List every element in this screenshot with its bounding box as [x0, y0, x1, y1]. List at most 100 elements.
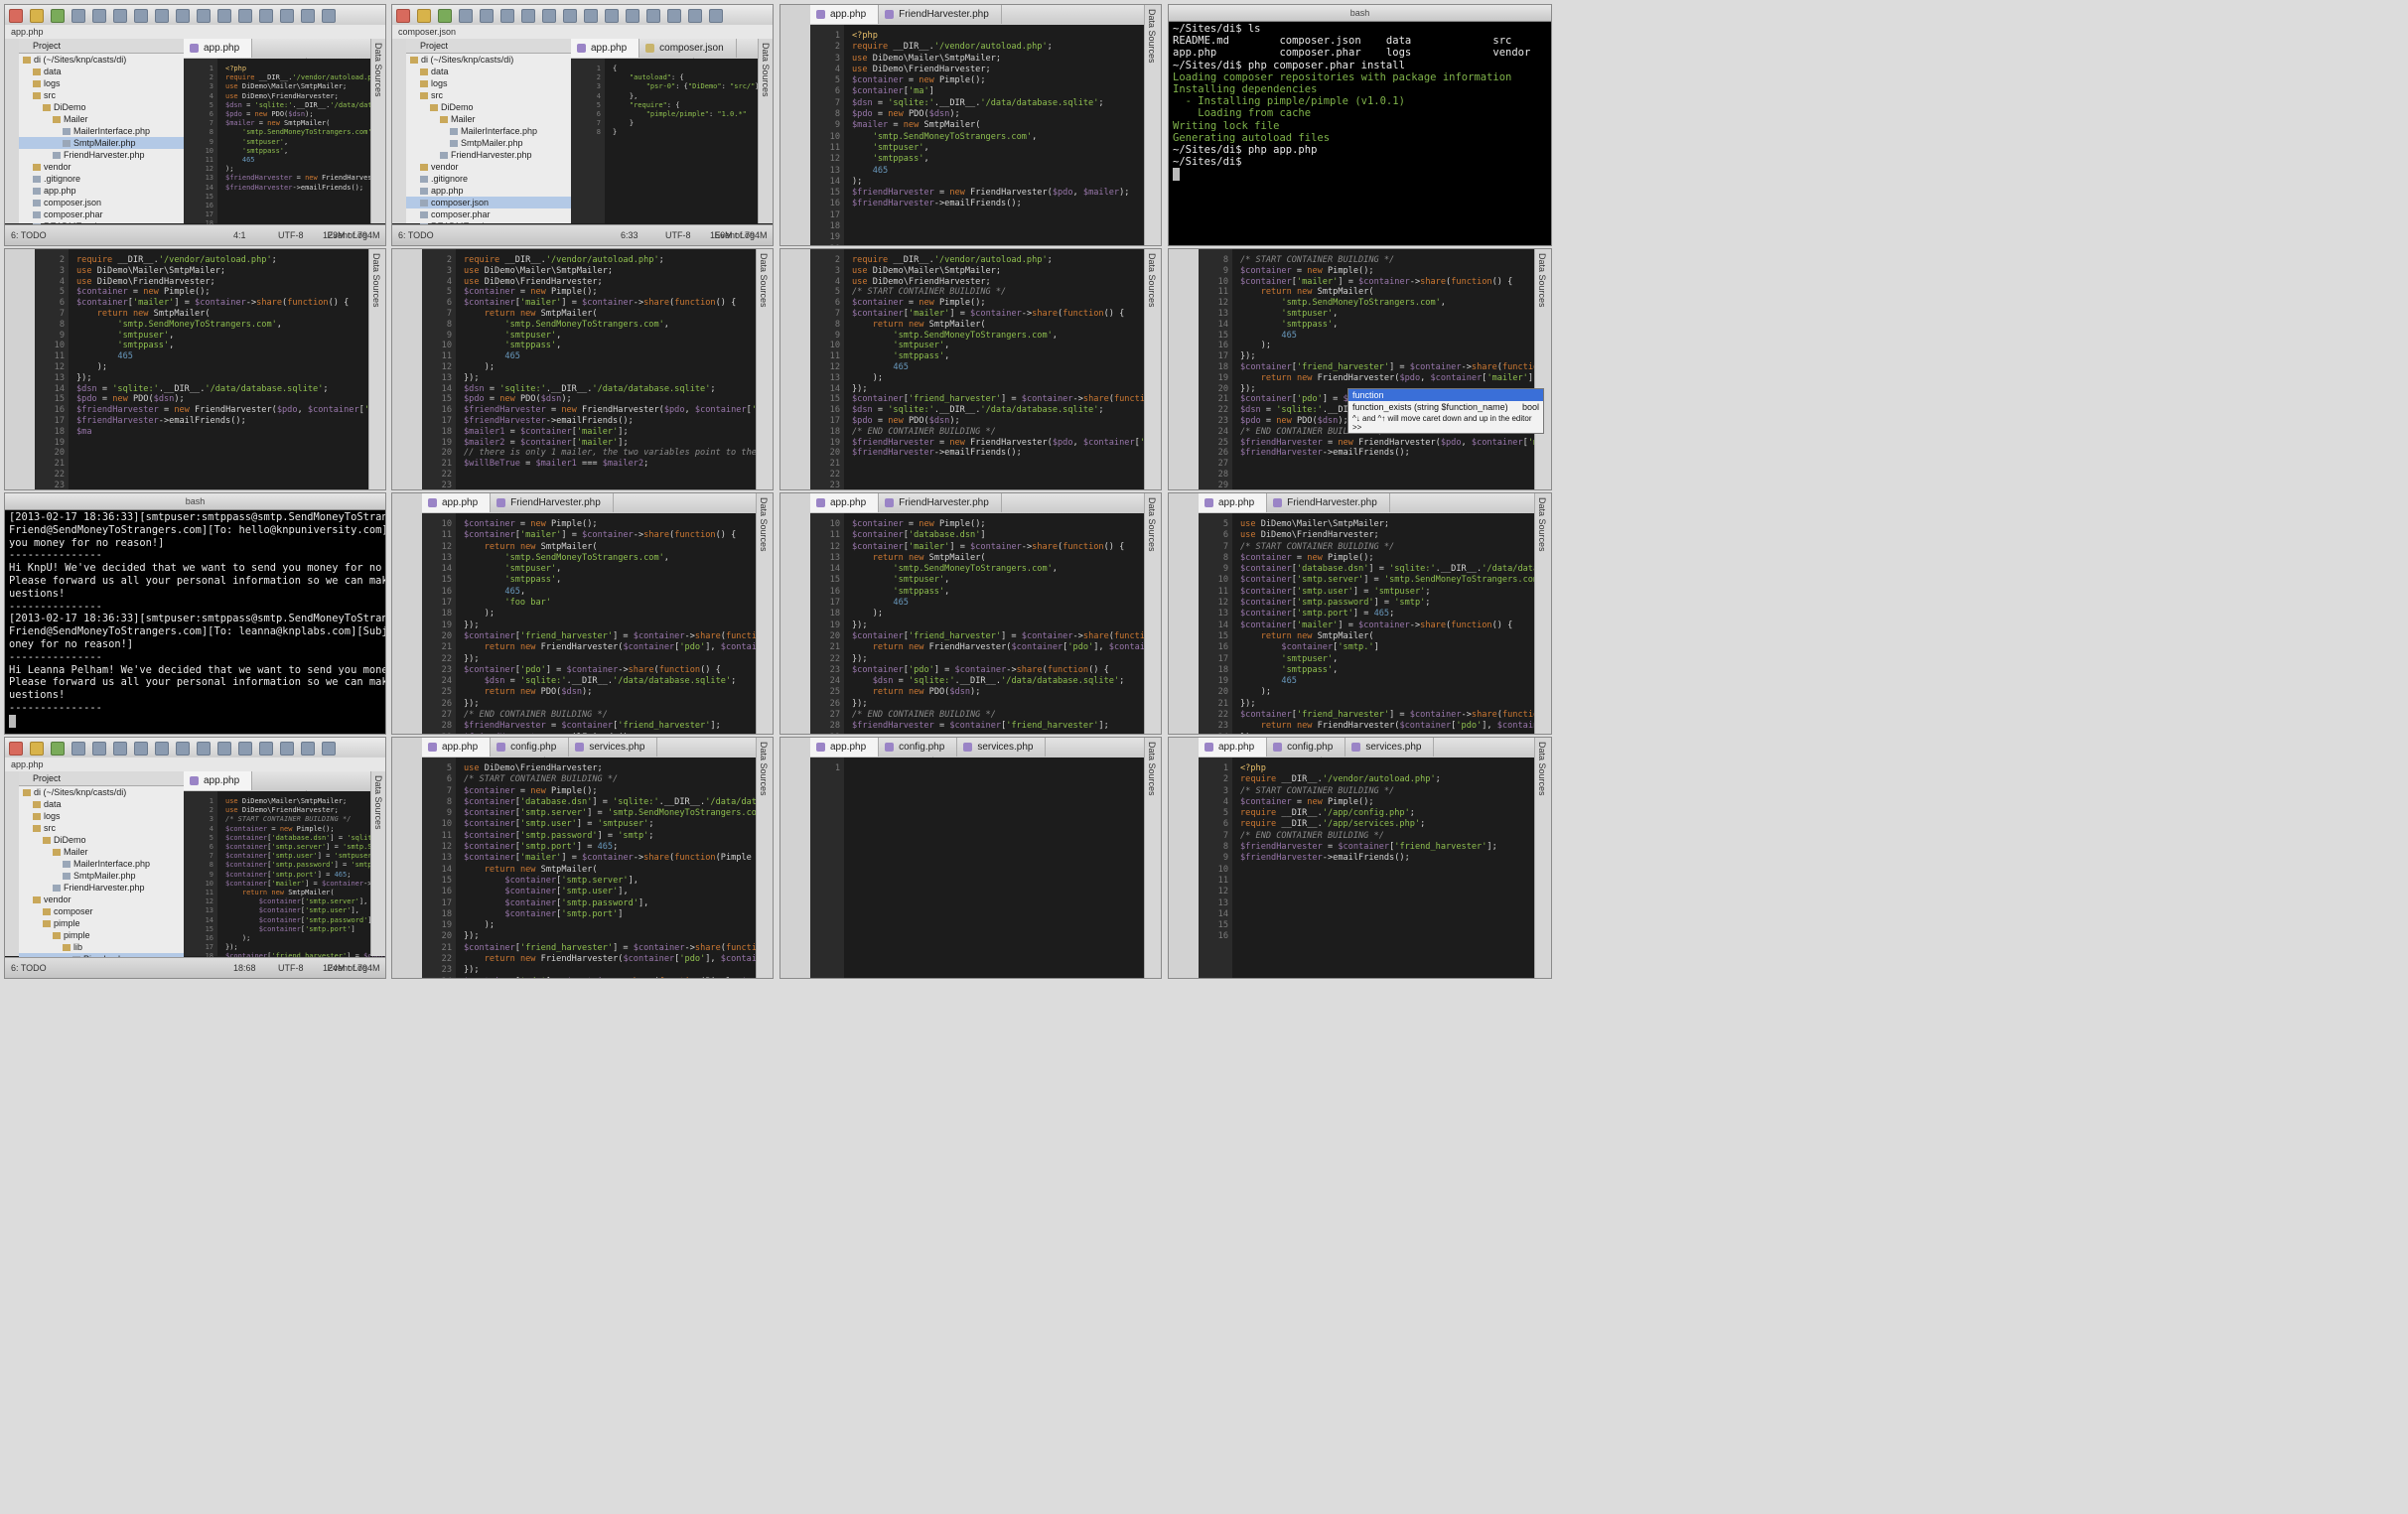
project-tree-item[interactable]: FriendHarvester.php: [19, 149, 184, 161]
data-sources-strip[interactable]: Data Sources: [368, 249, 385, 489]
project-tree-item[interactable]: DiDemo: [19, 834, 184, 846]
project-tree-item[interactable]: SmtpMailer.php: [19, 870, 184, 882]
toolbar-button[interactable]: [9, 742, 23, 756]
project-tree-item[interactable]: .gitignore: [19, 173, 184, 185]
code-editor[interactable]: <?php require __DIR__.'/vendor/autoload.p…: [1232, 757, 1535, 978]
project-tree-item[interactable]: vendor: [19, 161, 184, 173]
code-editor[interactable]: <?php require __DIR__.'/vendor/autoload.p…: [844, 25, 1145, 245]
toolbar-button[interactable]: [605, 9, 619, 23]
terminal-output[interactable]: ~/Sites/di$ ls README.md composer.json da…: [1173, 23, 1547, 245]
toolbar-button[interactable]: [217, 9, 231, 23]
toolbar-button[interactable]: [709, 9, 723, 23]
editor-tab[interactable]: services.php: [1346, 738, 1435, 757]
toolbar-button[interactable]: [584, 9, 598, 23]
data-sources-strip[interactable]: Data Sources: [758, 39, 773, 223]
code-editor[interactable]: $container = new Pimple(); $container['ma…: [456, 513, 773, 734]
editor-tab[interactable]: config.php: [491, 738, 570, 757]
editor-tab[interactable]: services.php: [569, 738, 658, 757]
editor-tab[interactable]: config.php: [879, 738, 958, 757]
editor-tab[interactable]: FriendHarvester.php: [879, 493, 1002, 512]
toolbar-button[interactable]: [259, 9, 273, 23]
toolbar-button[interactable]: [238, 9, 252, 23]
toolbar-button[interactable]: [155, 9, 169, 23]
project-tree-item[interactable]: composer.json: [406, 197, 571, 208]
toolbar-button[interactable]: [259, 742, 273, 756]
editor-tab[interactable]: app.php: [1199, 738, 1268, 757]
code-editor[interactable]: require __DIR__.'/vendor/autoload.php'; u…: [456, 249, 773, 489]
project-tree-item[interactable]: composer.phar: [19, 208, 184, 220]
editor-tab[interactable]: app.php: [1199, 493, 1268, 512]
toolbar-button[interactable]: [134, 742, 148, 756]
project-tree-item[interactable]: .gitignore: [406, 173, 571, 185]
project-tree-item[interactable]: src: [406, 89, 571, 101]
code-editor[interactable]: /* START CONTAINER BUILDING */$container…: [1232, 249, 1551, 489]
project-tree-item[interactable]: data: [406, 66, 571, 77]
code-editor[interactable]: use DiDemo\Mailer\SmtpMailer; use DiDemo\…: [1232, 513, 1551, 734]
code-editor[interactable]: use DiDemo\FriendHarvester;/* START CONT…: [456, 757, 773, 978]
status-todo[interactable]: 6: TODO: [398, 230, 434, 240]
editor-tab[interactable]: app.php: [184, 771, 253, 790]
project-tree-item[interactable]: MailerInterface.php: [19, 125, 184, 137]
project-tree-item[interactable]: logs: [406, 77, 571, 89]
status-todo[interactable]: 6: TODO: [11, 963, 47, 973]
status-event-log[interactable]: Event Log: [714, 225, 755, 245]
editor-tab[interactable]: app.php: [810, 493, 880, 512]
toolbar-button[interactable]: [9, 9, 23, 23]
terminal-output[interactable]: [2013-02-17 18:36:33][smtpuser:smtppass@…: [9, 511, 385, 734]
project-tree-item[interactable]: logs: [19, 77, 184, 89]
project-tree-item[interactable]: data: [19, 66, 184, 77]
toolbar-button[interactable]: [30, 9, 44, 23]
toolbar-button[interactable]: [542, 9, 556, 23]
editor-tab[interactable]: composer.json: [639, 39, 737, 58]
editor-tab[interactable]: FriendHarvester.php: [879, 5, 1002, 24]
toolbar-button[interactable]: [521, 9, 535, 23]
project-tree-item[interactable]: Mailer: [406, 113, 571, 125]
toolbar-button[interactable]: [71, 9, 85, 23]
project-tree-item[interactable]: src: [19, 822, 184, 834]
toolbar-button[interactable]: [113, 9, 127, 23]
toolbar-button[interactable]: [197, 742, 211, 756]
editor-tab[interactable]: app.php: [810, 738, 880, 757]
data-sources-strip[interactable]: Data Sources: [756, 738, 773, 978]
data-sources-strip[interactable]: Data Sources: [370, 39, 385, 223]
project-tree-item[interactable]: MailerInterface.php: [19, 858, 184, 870]
data-sources-strip[interactable]: Data Sources: [1144, 493, 1161, 734]
data-sources-strip[interactable]: Data Sources: [1534, 249, 1551, 489]
project-tree-item[interactable]: FriendHarvester.php: [19, 882, 184, 894]
toolbar-button[interactable]: [688, 9, 702, 23]
editor-tab[interactable]: app.php: [571, 39, 640, 58]
toolbar-button[interactable]: [197, 9, 211, 23]
project-tree-item[interactable]: DiDemo: [406, 101, 571, 113]
toolbar-button[interactable]: [646, 9, 660, 23]
toolbar-button[interactable]: [280, 742, 294, 756]
toolbar-button[interactable]: [301, 9, 315, 23]
status-event-log[interactable]: Event Log: [327, 958, 367, 978]
code-editor[interactable]: use DiDemo\Mailer\SmtpMailer; use DiDemo\…: [217, 791, 385, 978]
project-tree-item[interactable]: pimple: [19, 917, 184, 929]
project-tree-item[interactable]: vendor: [19, 894, 184, 905]
toolbar-button[interactable]: [51, 742, 65, 756]
toolbar-button[interactable]: [459, 9, 473, 23]
toolbar-button[interactable]: [30, 742, 44, 756]
toolbar-button[interactable]: [176, 742, 190, 756]
project-tree-item[interactable]: Mailer: [19, 846, 184, 858]
toolbar-button[interactable]: [134, 9, 148, 23]
project-tree-item[interactable]: MailerInterface.php: [406, 125, 571, 137]
autocomplete-popup[interactable]: function function_exists (string $functio…: [1347, 388, 1544, 434]
toolbar-button[interactable]: [500, 9, 514, 23]
toolbar-button[interactable]: [280, 9, 294, 23]
toolbar-button[interactable]: [396, 9, 410, 23]
project-tree-item[interactable]: lib: [19, 941, 184, 953]
editor-tab[interactable]: app.php: [422, 493, 492, 512]
toolbar-button[interactable]: [438, 9, 452, 23]
toolbar-button[interactable]: [322, 9, 336, 23]
project-tree-item[interactable]: DiDemo: [19, 101, 184, 113]
project-tree-item[interactable]: pimple: [19, 929, 184, 941]
project-tree-item[interactable]: composer: [19, 905, 184, 917]
toolbar-button[interactable]: [155, 742, 169, 756]
project-tree-item[interactable]: FriendHarvester.php: [406, 149, 571, 161]
toolbar-button[interactable]: [176, 9, 190, 23]
code-editor[interactable]: $container = new Pimple(); $container['da…: [844, 513, 1161, 734]
project-tree-item[interactable]: di (~/Sites/knp/casts/di): [19, 786, 184, 798]
project-tree-item[interactable]: SmtpMailer.php: [19, 137, 184, 149]
